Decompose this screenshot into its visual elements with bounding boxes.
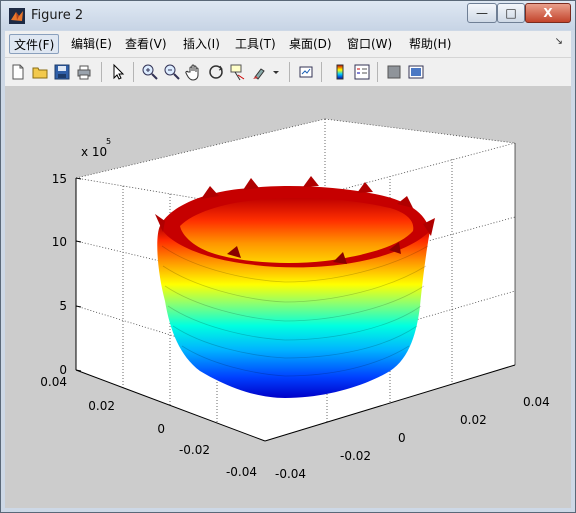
data-cursor-icon[interactable] (229, 63, 247, 81)
x-tick-label: 0.02 (460, 413, 487, 427)
toolbar-separator (321, 62, 322, 82)
toolbar-separator (377, 62, 378, 82)
save-icon[interactable] (53, 63, 71, 81)
pan-icon[interactable] (185, 63, 203, 81)
menu-overflow-icon[interactable]: ↘ (555, 36, 563, 47)
menu-insert[interactable]: 插入(I) (179, 34, 224, 54)
open-file-icon[interactable] (31, 63, 49, 81)
menu-tools[interactable]: 工具(T) (231, 34, 280, 54)
x-tick-label: 0 (398, 431, 406, 445)
menu-help[interactable]: 帮助(H) (405, 34, 455, 54)
y-tick-label: -0.02 (179, 443, 210, 457)
minimize-button[interactable]: — (467, 3, 497, 23)
matlab-logo-icon (9, 8, 25, 24)
z-tick-label: 15 (52, 172, 67, 186)
legend-icon[interactable] (353, 63, 371, 81)
toolbar-separator (133, 62, 134, 82)
figure-toolbar (5, 57, 571, 86)
z-tick-label: 10 (52, 235, 67, 249)
menu-desktop[interactable]: 桌面(D) (285, 34, 336, 54)
brush-dropdown-icon[interactable] (271, 63, 281, 81)
toolbar-separator (289, 62, 290, 82)
x-tick-label: -0.04 (275, 467, 306, 481)
y-tick-label: 0 (157, 422, 165, 436)
surface-plot[interactable]: x 10 5 0 5 10 15 0.04 0.02 0 -0.02 -0.04… (5, 86, 571, 508)
figure-window: Figure 2 — □ X 文件(F) 编辑(E) 查看(V) 插入(I) 工… (0, 0, 576, 513)
z-tick-label: 5 (59, 299, 67, 313)
x-tick-label: 0.04 (523, 395, 550, 409)
title-bar[interactable]: Figure 2 — □ X (1, 1, 575, 30)
toolbar-separator (101, 62, 102, 82)
z-exponent-label: 5 (106, 137, 111, 146)
window-title: Figure 2 (31, 8, 84, 23)
surface-ring (155, 176, 435, 398)
menu-view[interactable]: 查看(V) (121, 34, 171, 54)
x-tick-label: -0.02 (340, 449, 371, 463)
y-tick-label: 0.02 (88, 399, 115, 413)
z-multiplier-label: x 10 (81, 145, 107, 159)
menu-file[interactable]: 文件(F) (9, 34, 60, 54)
menu-edit[interactable]: 编辑(E) (67, 34, 116, 54)
rotate-3d-icon[interactable] (207, 63, 225, 81)
brush-icon[interactable] (251, 63, 269, 81)
y-tick-label: -0.04 (226, 465, 257, 479)
zoom-in-icon[interactable] (141, 63, 159, 81)
figure-canvas[interactable]: x 10 5 0 5 10 15 0.04 0.02 0 -0.02 -0.04… (5, 86, 571, 508)
maximize-button[interactable]: □ (497, 3, 525, 23)
menu-bar: 文件(F) 编辑(E) 查看(V) 插入(I) 工具(T) 桌面(D) 窗口(W… (5, 31, 571, 57)
y-tick-label: 0.04 (40, 375, 67, 389)
new-figure-icon[interactable] (9, 63, 27, 81)
colorbar-icon[interactable] (331, 63, 349, 81)
link-plot-icon[interactable] (297, 63, 315, 81)
show-plot-tools-icon[interactable] (407, 63, 425, 81)
menu-window[interactable]: 窗口(W) (343, 34, 396, 54)
zoom-out-icon[interactable] (163, 63, 181, 81)
hide-plot-tools-icon[interactable] (385, 63, 403, 81)
close-button[interactable]: X (525, 3, 571, 23)
print-icon[interactable] (75, 63, 93, 81)
pointer-icon[interactable] (109, 63, 127, 81)
